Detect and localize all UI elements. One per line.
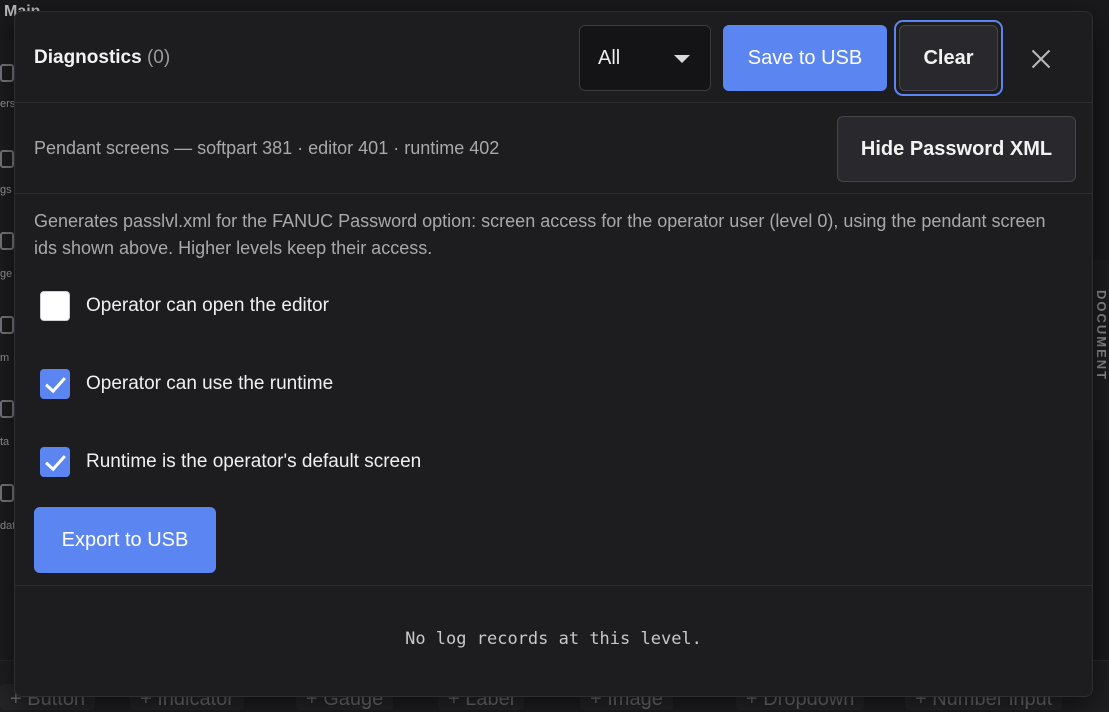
clear-button[interactable]: Clear [894, 20, 1003, 96]
option-label: Operator can open the editor [86, 295, 329, 316]
export-to-usb-button[interactable]: Export to USB [34, 507, 216, 573]
close-icon[interactable] [1027, 45, 1055, 73]
option-label: Runtime is the operator's default screen [86, 451, 422, 472]
pendant-screens-text: Pendant screens — softpart 381 · editor … [34, 138, 500, 158]
level-select[interactable]: All [579, 25, 711, 91]
image-icon [0, 232, 14, 250]
save-to-usb-button[interactable]: Save to USB [723, 25, 887, 91]
option-use-runtime[interactable]: Operator can use the runtime [40, 369, 333, 399]
hide-password-xml-button[interactable]: Hide Password XML [837, 116, 1076, 182]
screens-bar: Pendant screens — softpart 381 · editor … [15, 104, 1092, 194]
document-panel: DOCUMENT [1091, 260, 1109, 440]
clear-button-label: Clear [899, 25, 998, 91]
divider [15, 585, 1092, 586]
document-panel-label: DOCUMENT [1094, 290, 1109, 382]
chevron-down-icon [674, 55, 690, 63]
checkbox-use-runtime[interactable] [40, 369, 70, 399]
empty-log-message: No log records at this level. [405, 629, 702, 649]
layers-icon [0, 64, 14, 82]
tag-icon [0, 150, 14, 168]
modal-header: Diagnostics (0) All Save to USB Clear [15, 12, 1092, 103]
password-description: Generates passlvl.xml for the FANUC Pass… [34, 211, 1046, 258]
checkbox-open-editor[interactable] [40, 291, 70, 321]
option-open-editor[interactable]: Operator can open the editor [40, 291, 329, 321]
level-select-value: All [598, 46, 621, 69]
modal-title: Diagnostics (0) [34, 47, 170, 69]
checkbox-default-screen[interactable] [40, 447, 70, 477]
option-default-screen[interactable]: Runtime is the operator's default screen [40, 447, 421, 477]
record-count: (0) [146, 47, 171, 68]
alarm-icon [0, 316, 14, 334]
diagnostics-modal: Diagnostics (0) All Save to USB Clear Pe… [14, 11, 1093, 697]
modal-title-text: Diagnostics [34, 47, 142, 68]
update-icon [0, 484, 14, 502]
database-icon [0, 400, 14, 418]
option-label: Operator can use the runtime [86, 373, 334, 394]
